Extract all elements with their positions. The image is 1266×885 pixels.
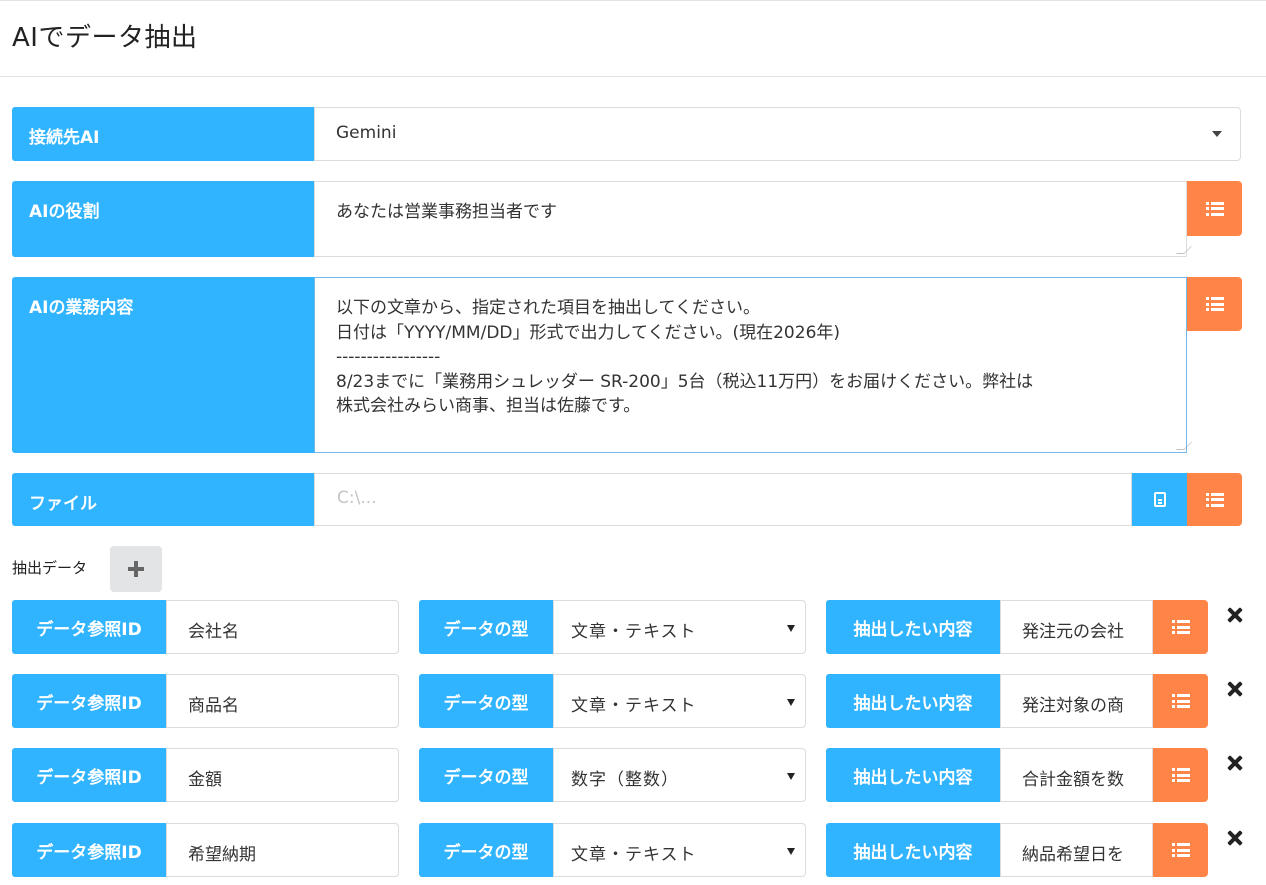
ai-role-label: AIの役割 xyxy=(12,181,314,257)
ai-provider-select[interactable]: Gemini xyxy=(314,107,1241,161)
data-type-label: データの型 xyxy=(419,600,553,654)
data-id-label: データ参照ID xyxy=(12,748,166,802)
file-browse-button[interactable] xyxy=(1132,473,1187,526)
extract-row: データ参照ID 商品名 データの型 文章・テキスト 抽出したい内容 発注対象の商 xyxy=(0,674,1266,728)
page-header: AIでデータ抽出 xyxy=(0,0,1266,77)
data-type-value: 文章・テキスト xyxy=(571,845,697,865)
list-icon xyxy=(1205,297,1224,311)
list-icon xyxy=(1171,843,1190,857)
chevron-down-icon xyxy=(787,848,795,855)
data-type-select[interactable]: 数字（整数） xyxy=(553,748,806,802)
ai-task-template-button[interactable] xyxy=(1187,277,1242,331)
extract-content-input[interactable]: 発注元の会社 xyxy=(1000,600,1153,654)
extract-content-template-button[interactable] xyxy=(1153,823,1208,877)
list-icon xyxy=(1205,201,1224,216)
list-icon xyxy=(1205,492,1224,507)
extract-content-label: 抽出したい内容 xyxy=(826,674,1000,728)
file-path-input[interactable]: C:\... xyxy=(314,473,1132,526)
ai-role-textarea[interactable]: あなたは営業事務担当者です xyxy=(314,181,1192,257)
extract-section-label: 抽出データ xyxy=(12,559,88,577)
data-type-select[interactable]: 文章・テキスト xyxy=(553,600,806,654)
data-type-select[interactable]: 文章・テキスト xyxy=(553,823,806,877)
extract-row: データ参照ID 会社名 データの型 文章・テキスト 抽出したい内容 発注元の会社 xyxy=(0,600,1266,654)
data-type-label: データの型 xyxy=(419,748,553,802)
ai-task-label: AIの業務内容 xyxy=(12,277,314,453)
data-id-input[interactable]: 商品名 xyxy=(166,674,399,728)
close-icon[interactable] xyxy=(1226,680,1244,698)
ai-provider-label: 接続先AI xyxy=(12,107,314,161)
add-extract-row-button[interactable] xyxy=(110,546,162,592)
data-id-input[interactable]: 金額 xyxy=(166,748,399,802)
file-icon xyxy=(1153,492,1166,507)
extract-content-input[interactable]: 合計金額を数 xyxy=(1000,748,1153,802)
close-icon[interactable] xyxy=(1226,754,1244,772)
data-id-label: データ参照ID xyxy=(12,823,166,877)
file-template-button[interactable] xyxy=(1187,473,1242,526)
extract-content-input[interactable]: 納品希望日を xyxy=(1000,823,1153,877)
list-icon xyxy=(1171,620,1190,634)
data-id-label: データ参照ID xyxy=(12,600,166,654)
extract-content-label: 抽出したい内容 xyxy=(826,600,1000,654)
chevron-down-icon xyxy=(787,699,795,706)
extract-row: データ参照ID 金額 データの型 数字（整数） 抽出したい内容 合計金額を数 xyxy=(0,748,1266,802)
data-type-label: データの型 xyxy=(419,674,553,728)
plus-icon xyxy=(128,561,144,577)
chevron-down-icon xyxy=(1212,131,1222,137)
extract-content-label: 抽出したい内容 xyxy=(826,748,1000,802)
extract-content-template-button[interactable] xyxy=(1153,748,1208,802)
resize-handle[interactable] xyxy=(1176,246,1192,254)
data-type-value: 文章・テキスト xyxy=(571,696,697,716)
resize-handle[interactable] xyxy=(1176,442,1192,450)
close-icon[interactable] xyxy=(1226,829,1244,847)
data-id-input[interactable]: 希望納期 xyxy=(166,823,399,877)
ai-provider-value: Gemini xyxy=(336,123,397,143)
extract-content-template-button[interactable] xyxy=(1153,674,1208,728)
data-type-value: 文章・テキスト xyxy=(571,622,697,642)
data-id-input[interactable]: 会社名 xyxy=(166,600,399,654)
extract-content-template-button[interactable] xyxy=(1153,600,1208,654)
list-icon xyxy=(1171,694,1190,708)
extract-row: データ参照ID 希望納期 データの型 文章・テキスト 抽出したい内容 納品希望日… xyxy=(0,823,1266,877)
ai-role-template-button[interactable] xyxy=(1187,181,1242,236)
data-type-select[interactable]: 文章・テキスト xyxy=(553,674,806,728)
file-label: ファイル xyxy=(12,473,314,526)
extract-content-input[interactable]: 発注対象の商 xyxy=(1000,674,1153,728)
ai-task-textarea[interactable]: 以下の文章から、指定された項目を抽出してください。 日付は「YYYY/MM/DD… xyxy=(314,277,1192,453)
list-icon xyxy=(1171,768,1190,782)
data-type-value: 数字（整数） xyxy=(571,770,679,790)
page-title: AIでデータ抽出 xyxy=(12,23,198,53)
close-icon[interactable] xyxy=(1226,606,1244,624)
data-id-label: データ参照ID xyxy=(12,674,166,728)
chevron-down-icon xyxy=(787,625,795,632)
data-type-label: データの型 xyxy=(419,823,553,877)
chevron-down-icon xyxy=(787,773,795,780)
extract-content-label: 抽出したい内容 xyxy=(826,823,1000,877)
